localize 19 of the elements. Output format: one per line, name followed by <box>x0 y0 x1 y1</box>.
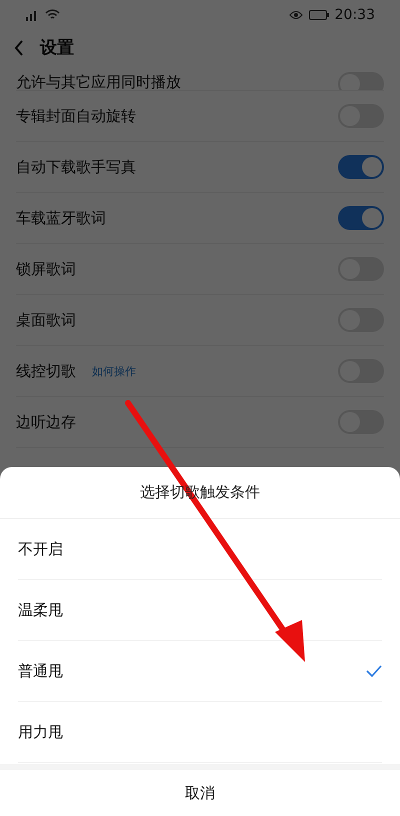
battery-icon <box>308 10 329 20</box>
setting-label: 线控切歌 <box>16 362 76 380</box>
page-title: 设置 <box>40 37 74 59</box>
eye-icon <box>288 10 303 20</box>
toggle-switch[interactable] <box>338 206 384 230</box>
option-item[interactable]: 用力甩 <box>18 702 382 763</box>
setting-label: 自动下载歌手写真 <box>16 158 136 176</box>
setting-label: 边听边存 <box>16 412 76 432</box>
signal-icon <box>25 9 39 21</box>
setting-label: 桌面歌词 <box>16 310 76 330</box>
setting-label: 专辑封面自动旋转 <box>16 106 136 126</box>
wifi-icon <box>45 9 60 21</box>
setting-label: 车载蓝牙歌词 <box>16 208 106 228</box>
back-icon[interactable] <box>14 40 24 56</box>
setting-label: 锁屏歌词 <box>16 260 76 278</box>
option-item[interactable]: 不开启 <box>18 519 382 580</box>
setting-label: 允许与其它应用同时播放 <box>16 74 181 90</box>
toggle-switch[interactable] <box>338 155 384 179</box>
status-time: 20:33 <box>334 7 375 23</box>
